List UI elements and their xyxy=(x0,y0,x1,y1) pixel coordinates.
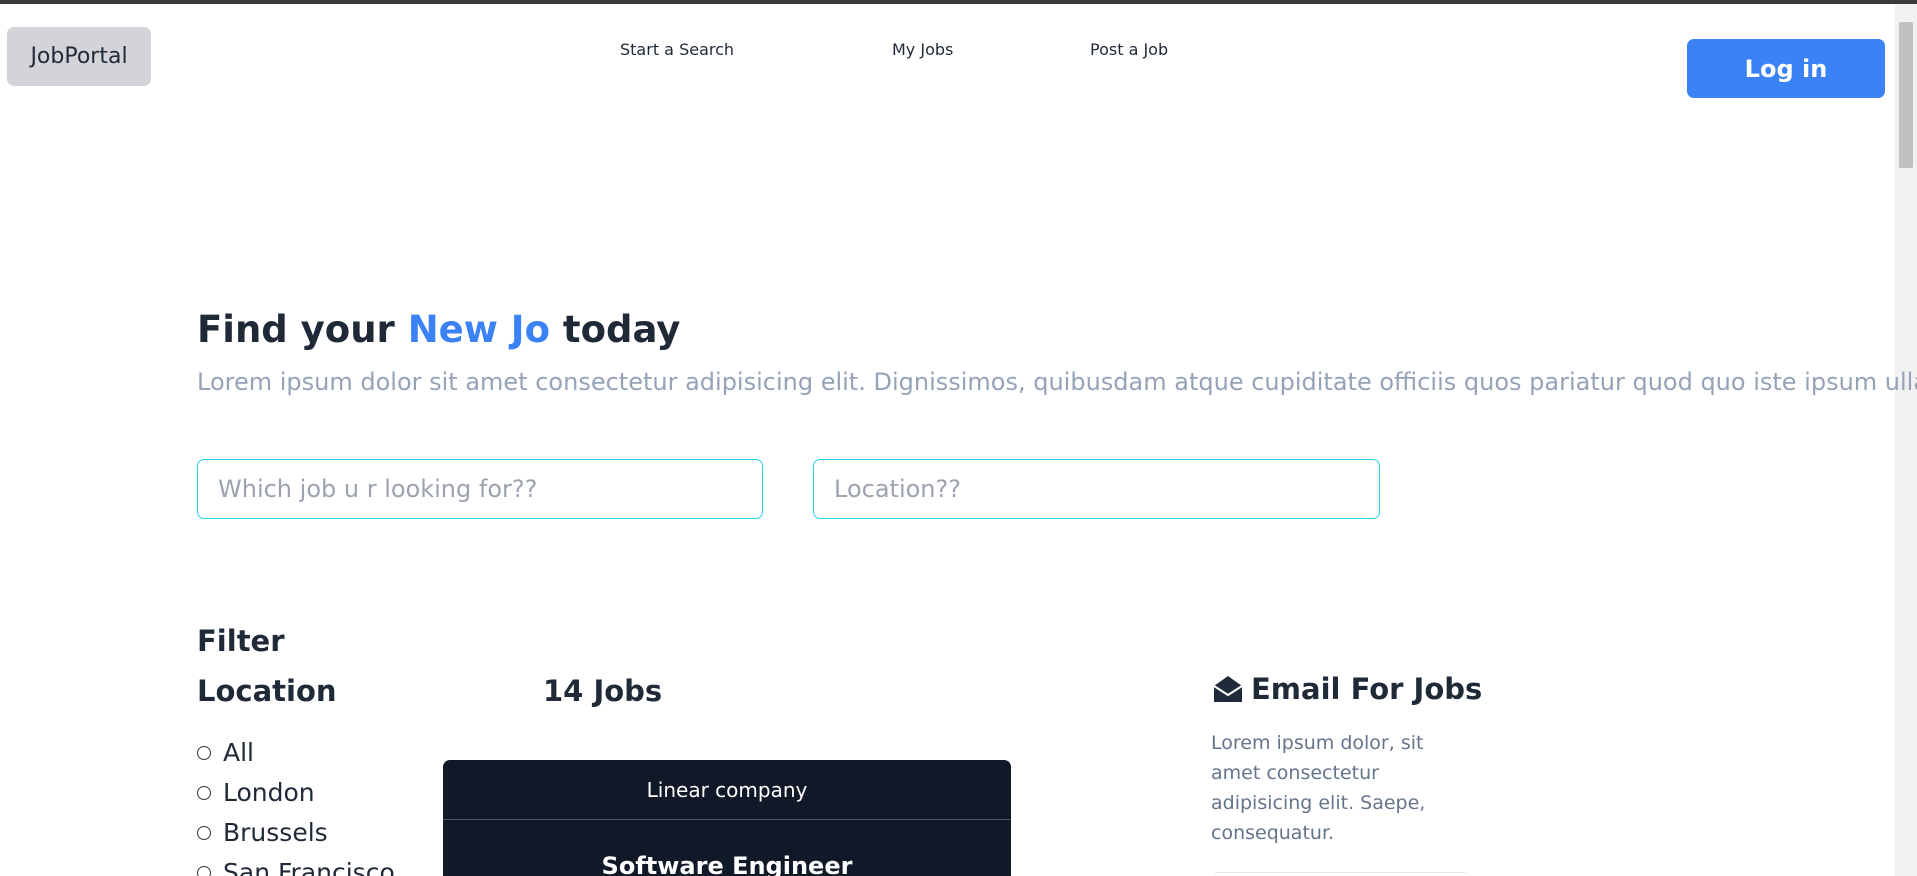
jobs-count: 14 Jobs xyxy=(543,674,663,708)
radio-button[interactable] xyxy=(197,865,211,876)
email-for-jobs-box: Email For Jobs Lorem ipsum dolor, sit am… xyxy=(1211,672,1482,876)
hero-title-accent: New Jo xyxy=(407,308,550,351)
nav-post-job[interactable]: Post a Job xyxy=(1090,40,1168,59)
brand-logo-button[interactable]: JobPortal xyxy=(7,27,151,86)
radio-button[interactable] xyxy=(197,745,211,760)
nav-start-search[interactable]: Start a Search xyxy=(620,40,734,59)
location-option-brussels[interactable]: Brussels xyxy=(197,818,328,847)
location-filter-title: Location xyxy=(197,674,337,708)
envelope-open-icon xyxy=(1211,672,1245,706)
radio-button[interactable] xyxy=(197,825,211,840)
location-option-london[interactable]: London xyxy=(197,778,315,807)
location-option-label: Brussels xyxy=(223,818,328,847)
location-option-all[interactable]: All xyxy=(197,738,254,767)
location-option-label: All xyxy=(223,738,254,767)
email-for-jobs-heading: Email For Jobs xyxy=(1211,672,1482,706)
brand-label: JobPortal xyxy=(30,44,128,69)
hero-subtitle: Lorem ipsum dolor sit amet consectetur a… xyxy=(197,368,1917,396)
location-search-input[interactable] xyxy=(813,459,1380,519)
location-option-label: London xyxy=(223,778,315,807)
job-company: Linear company xyxy=(443,760,1011,820)
hero-title-suffix: today xyxy=(550,308,681,351)
location-option-san-francisco[interactable]: San Francisco xyxy=(197,858,395,876)
hero-title: Find your New Jo today xyxy=(197,308,680,351)
scrollbar-thumb[interactable] xyxy=(1899,22,1913,168)
email-for-jobs-title: Email For Jobs xyxy=(1251,672,1483,706)
job-card[interactable]: Linear company Software Engineer xyxy=(443,760,1011,876)
job-title: Software Engineer xyxy=(601,852,853,876)
nav-my-jobs[interactable]: My Jobs xyxy=(892,40,953,59)
window-top-border xyxy=(0,0,1917,4)
location-option-label: San Francisco xyxy=(223,858,395,876)
radio-button[interactable] xyxy=(197,785,211,800)
login-button[interactable]: Log in xyxy=(1687,39,1885,98)
filter-title: Filter xyxy=(197,624,285,658)
job-search-input[interactable] xyxy=(197,459,763,519)
email-input-edge[interactable] xyxy=(1211,872,1471,876)
email-for-jobs-text: Lorem ipsum dolor, sit amet consectetur … xyxy=(1211,732,1426,844)
hero-title-prefix: Find your xyxy=(197,308,408,351)
